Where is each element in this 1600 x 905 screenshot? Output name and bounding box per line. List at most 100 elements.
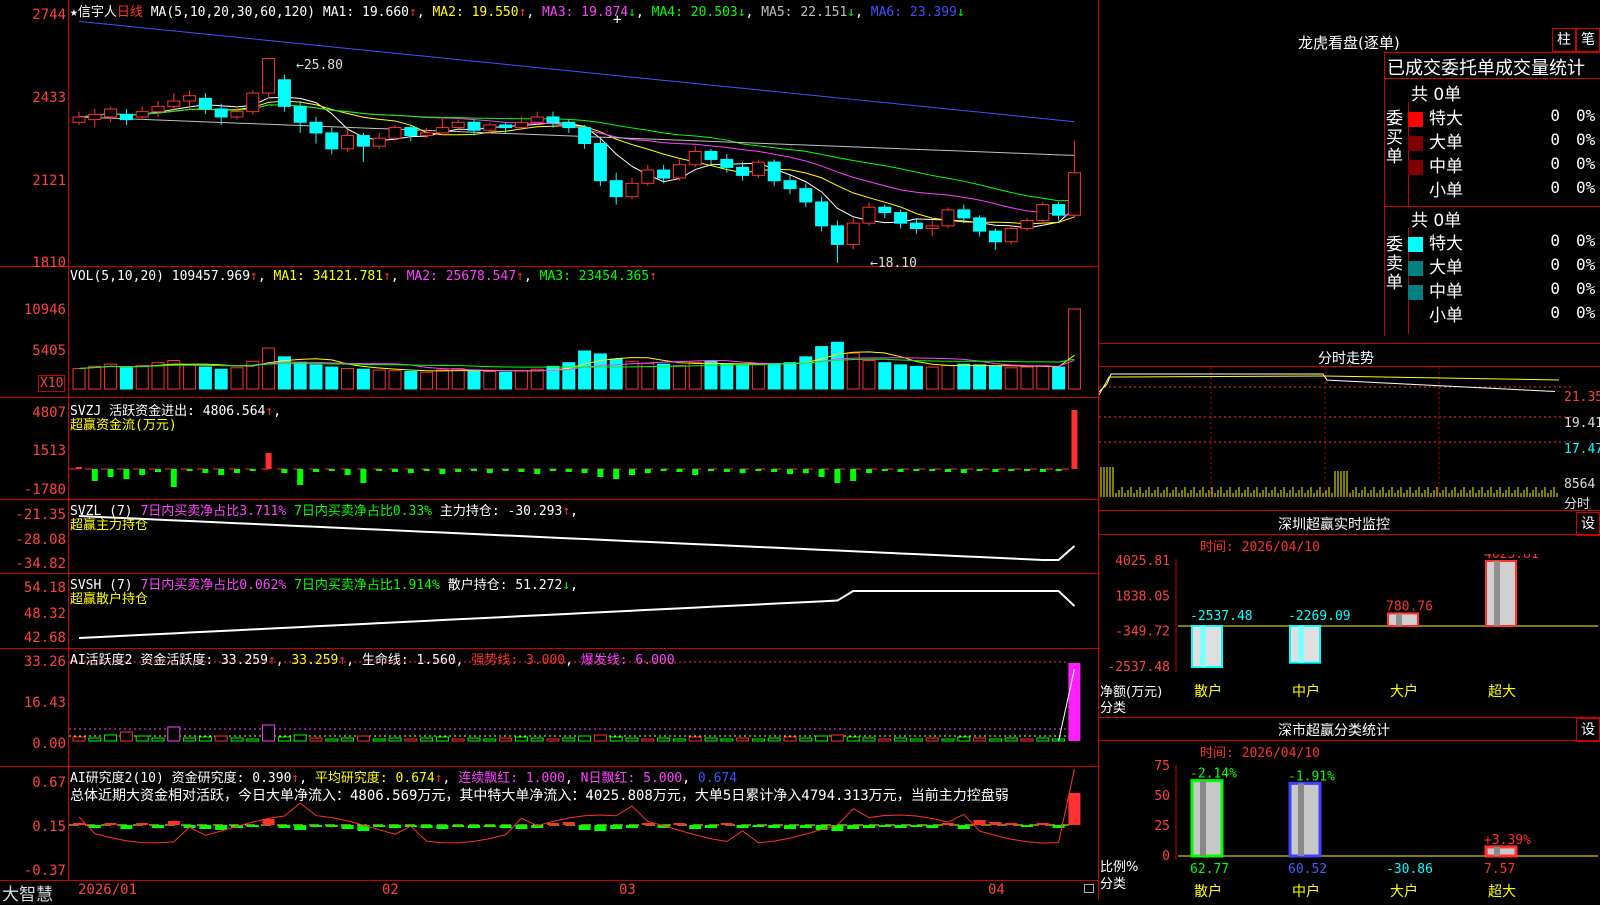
sz-class-settings-button[interactable]: 设: [1576, 718, 1600, 742]
candle-body: [214, 108, 228, 118]
ai1-tick: 16.43: [23, 695, 66, 711]
category-label: 大户: [1390, 883, 1418, 900]
candle-body: [1004, 227, 1018, 243]
lock-icon[interactable]: [1084, 884, 1094, 893]
volume-bar: [135, 365, 149, 390]
svzj-chart[interactable]: [69, 398, 1097, 499]
candlestick-chart[interactable]: [69, 0, 1097, 266]
sell-row-xl[interactable]: 特大: [1408, 229, 1463, 254]
flow-bar: [139, 469, 146, 475]
month-label: 04: [988, 882, 1005, 898]
intraday-tick: 19.41: [1564, 416, 1600, 431]
research-bar: [736, 825, 749, 828]
flow-bar: [376, 469, 383, 471]
volume-bar: [404, 370, 418, 390]
volume-chart[interactable]: [69, 267, 1097, 397]
ratio-bar-1: [1288, 781, 1322, 858]
sell-row-m[interactable]: 中单: [1408, 277, 1463, 302]
candle-body: [467, 121, 481, 131]
svzl-chart[interactable]: [69, 500, 1097, 573]
svzj-panel[interactable]: 4807 1513 -1780 SVZJ 活跃资金进出: 4806.564↑, …: [0, 398, 1098, 500]
activity-bar: [830, 734, 844, 742]
research-bar: [942, 823, 954, 825]
buy-row-xl[interactable]: 特大: [1408, 104, 1463, 129]
research-bar: [420, 825, 433, 828]
sz-class-chart[interactable]: 75 50 25 0 -2.14% 62.77 散户 -1.91% 60.52 中户 -30.86 大…: [1098, 760, 1600, 900]
flow-bar-0: [1191, 625, 1223, 669]
research-bar: [878, 825, 891, 827]
ratio-bar-0: [1190, 779, 1224, 858]
activity-bar: [736, 737, 750, 742]
volume-bar: [198, 366, 212, 390]
flow-bar: [929, 469, 936, 471]
volume-bar: [909, 365, 923, 390]
sz-monitor-time: 时间: 2026/04/10: [1200, 540, 1320, 555]
bar-mode-button[interactable]: 柱: [1552, 28, 1576, 52]
sell-row-s[interactable]: 小单: [1408, 301, 1463, 326]
sz1-tick: -349.72: [1115, 625, 1170, 640]
volume-bar: [420, 371, 434, 390]
svsh-chart[interactable]: [69, 574, 1097, 648]
ai-activity-chart[interactable]: [69, 649, 1097, 766]
svzl-panel[interactable]: -21.35 -28.08 -34.82 SVZL (7) 7日内买卖净占比3.…: [0, 500, 1098, 574]
candle-body: [815, 201, 829, 227]
ma1-line: [78, 96, 1075, 229]
intraday-chart[interactable]: [1099, 367, 1571, 509]
research-bar: [373, 825, 386, 827]
ai-research-panel[interactable]: 0.67 0.15 -0.37 AI研究度2(10) 资金研究度: 0.390↑…: [0, 767, 1098, 880]
category-label: 散户: [1194, 883, 1222, 900]
volume-bar: [372, 369, 386, 390]
ai-activity-panel[interactable]: 33.26 16.43 0.00 AI活跃度2 资金活跃度: 33.259↑, …: [0, 649, 1098, 767]
flow-bar: [692, 469, 699, 475]
candle-body: [609, 180, 623, 198]
crosshair-icon: +: [613, 12, 622, 28]
buy-row-l[interactable]: 大单: [1408, 128, 1463, 153]
buy-row-m[interactable]: 中单: [1408, 152, 1463, 177]
flow-bar: [107, 469, 114, 477]
sz-monitor-chart[interactable]: 4025.81 1838.05 -349.72 -2537.48 -2537.48 散户 -…: [1098, 554, 1600, 714]
volume-bar: [435, 369, 449, 390]
dragon-tabs[interactable]: 已成交委托单成交量统计: [1387, 54, 1585, 80]
candle-body: [325, 132, 339, 150]
sz-class-time: 时间: 2026/04/10: [1200, 746, 1320, 761]
activity-bar: [657, 737, 671, 742]
research-bar: [784, 825, 796, 829]
flow-bar: [170, 469, 177, 487]
candle-body: [246, 92, 260, 113]
volume-ma-line: [78, 357, 1075, 372]
activity-bar: [451, 738, 465, 742]
candle-body: [720, 158, 734, 168]
research-bar: [262, 819, 275, 825]
activity-bar: [625, 737, 639, 742]
sz-monitor-settings-button[interactable]: 设: [1576, 512, 1600, 536]
volume-bar: [609, 358, 623, 390]
bar-highlight: [1396, 613, 1402, 627]
price-panel[interactable]: 2744 2433 2121 1810 ★信宇人日线 MA(5,10,20,30…: [0, 0, 1098, 271]
volume-bar: [593, 353, 607, 390]
research-bar: [310, 825, 322, 827]
candle-body: [1020, 220, 1034, 229]
research-bar: [910, 825, 923, 827]
activity-bar: [1004, 737, 1018, 742]
svsh-panel[interactable]: 54.18 48.32 42.68 SVSH (7) 7日内买卖净占比0.062…: [0, 574, 1098, 649]
buy-row-s[interactable]: 小单: [1408, 176, 1463, 201]
candle-body: [688, 150, 702, 166]
flow-bar: [976, 469, 983, 471]
research-bar: [973, 820, 986, 825]
research-bar: [705, 825, 717, 828]
activity-bar: [404, 738, 418, 742]
tick-mode-button[interactable]: 笔: [1576, 28, 1600, 52]
ai-research-chart[interactable]: [69, 767, 1097, 880]
divider: [1098, 343, 1600, 344]
brand-logo[interactable]: 大智慧: [2, 880, 53, 905]
research-bar: [1021, 825, 1033, 827]
bar-highlight: [1298, 783, 1304, 856]
candle-body: [625, 182, 639, 198]
volume-panel[interactable]: 10946 5405 X10 VOL(5,10,20) 109457.969↑,…: [0, 267, 1098, 398]
buy-side-label: 委买单: [1386, 109, 1403, 167]
candle-body: [72, 116, 86, 123]
volume-bar: [878, 362, 892, 390]
sell-row-l[interactable]: 大单: [1408, 253, 1463, 278]
activity-bar: [341, 737, 355, 742]
flow-bar: [881, 469, 888, 471]
